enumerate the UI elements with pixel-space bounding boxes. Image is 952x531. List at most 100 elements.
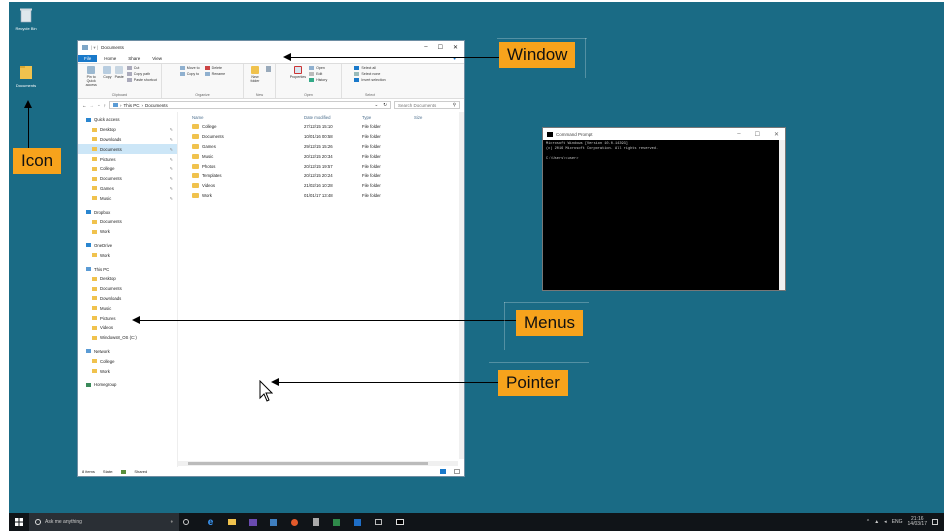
nav-item[interactable]: Music bbox=[78, 303, 177, 313]
close-icon[interactable]: ✕ bbox=[774, 131, 779, 138]
large-icons-view-icon[interactable] bbox=[454, 469, 460, 474]
taskbar-app[interactable] bbox=[288, 516, 301, 529]
history-button[interactable]: History bbox=[309, 78, 327, 82]
tab-file[interactable]: File bbox=[78, 55, 98, 62]
column-type[interactable]: Type bbox=[362, 115, 414, 120]
file-row[interactable]: Templates 20/12/15 20:24 File folder bbox=[178, 171, 464, 181]
invert-selection-button[interactable]: Invert selection bbox=[354, 78, 386, 82]
file-row[interactable]: Music 20/12/15 20:34 File folder bbox=[178, 151, 464, 161]
close-icon[interactable]: ✕ bbox=[453, 44, 458, 51]
file-row[interactable]: Documents 10/01/16 00:58 File folder bbox=[178, 132, 464, 142]
copy-path-button[interactable]: Copy path bbox=[126, 72, 157, 76]
new-item-icon[interactable] bbox=[266, 66, 271, 72]
taskbar-edge[interactable]: e bbox=[204, 516, 217, 529]
cmd-titlebar[interactable]: Command Prompt – ☐ ✕ bbox=[543, 128, 785, 140]
taskbar-app[interactable] bbox=[372, 516, 385, 529]
pin-icon[interactable]: ✎ bbox=[170, 147, 173, 152]
scroll-thumb[interactable] bbox=[188, 462, 428, 465]
nav-item[interactable]: This PC bbox=[78, 264, 177, 274]
nav-item[interactable]: Network bbox=[78, 347, 177, 357]
start-button[interactable] bbox=[9, 516, 29, 529]
nav-item[interactable]: Downloads ✎ bbox=[78, 135, 177, 145]
horizontal-scrollbar[interactable] bbox=[178, 461, 458, 466]
nav-item[interactable]: Windows8_OS (C:) bbox=[78, 333, 177, 343]
clock[interactable]: 21:16 14/03/17 bbox=[908, 517, 927, 527]
file-row[interactable]: Games 29/12/15 15:26 File folder bbox=[178, 142, 464, 152]
vertical-scrollbar[interactable] bbox=[459, 112, 464, 459]
nav-item[interactable]: Dropbox bbox=[78, 207, 177, 217]
taskbar-app[interactable] bbox=[246, 516, 259, 529]
forward-icon[interactable]: → bbox=[90, 103, 95, 108]
nav-item[interactable]: Music ✎ bbox=[78, 193, 177, 203]
details-view-icon[interactable] bbox=[440, 469, 446, 474]
nav-item[interactable]: Documents bbox=[78, 284, 177, 294]
file-row[interactable]: College 27/12/15 15:10 File folder bbox=[178, 122, 464, 132]
chevron-down-icon[interactable]: ⌄ bbox=[374, 102, 378, 108]
nav-item[interactable]: Pictures ✎ bbox=[78, 154, 177, 164]
file-row[interactable]: Photos 20/12/15 19:57 File folder bbox=[178, 161, 464, 171]
file-row[interactable]: Videos 21/02/16 10:28 File folder bbox=[178, 181, 464, 191]
cmd-console[interactable]: Microsoft Windows [Version 10.0.14393] (… bbox=[543, 140, 785, 164]
tab-share[interactable]: Share bbox=[123, 55, 145, 62]
back-icon[interactable]: ← bbox=[82, 103, 87, 108]
select-all-button[interactable]: Select all bbox=[354, 66, 385, 70]
up-icon[interactable]: ↑ bbox=[104, 103, 106, 108]
volume-icon[interactable]: ◂ bbox=[884, 519, 887, 525]
taskbar-app[interactable] bbox=[351, 516, 364, 529]
properties-button[interactable]: Properties bbox=[290, 66, 306, 93]
maximize-icon[interactable]: ☐ bbox=[438, 44, 443, 51]
nav-item[interactable]: Games ✎ bbox=[78, 184, 177, 194]
move-to-button[interactable]: Move to bbox=[179, 66, 200, 70]
microphone-icon[interactable]: ♦ bbox=[170, 519, 173, 525]
pin-icon[interactable]: ✎ bbox=[170, 176, 173, 181]
breadcrumb-this-pc[interactable]: This PC bbox=[124, 103, 140, 108]
quick-access-toolbar[interactable]: | ▾ | bbox=[91, 45, 98, 51]
paste-button[interactable]: Paste bbox=[115, 66, 124, 93]
tab-view[interactable]: View bbox=[147, 55, 167, 62]
rename-button[interactable]: Rename bbox=[204, 72, 225, 76]
input-language[interactable]: ENG bbox=[892, 519, 903, 525]
pin-icon[interactable]: ✎ bbox=[170, 196, 173, 201]
taskbar-explorer[interactable] bbox=[225, 516, 238, 529]
notifications-icon[interactable] bbox=[932, 519, 938, 525]
desktop-icon-recycle-bin[interactable]: Recycle Bin bbox=[9, 7, 43, 31]
nav-item[interactable]: Desktop bbox=[78, 274, 177, 284]
paste-shortcut-button[interactable]: Paste shortcut bbox=[126, 78, 157, 82]
recent-icon[interactable]: ⌄ bbox=[97, 102, 101, 108]
column-name[interactable]: Name bbox=[178, 115, 304, 120]
pin-button[interactable]: Pin to Quick access bbox=[82, 66, 100, 93]
file-row[interactable]: Work 01/01/17 13:48 File folder bbox=[178, 191, 464, 201]
nav-item[interactable]: Videos bbox=[78, 323, 177, 333]
nav-item[interactable]: Work bbox=[78, 366, 177, 376]
nav-item[interactable]: Documents bbox=[78, 217, 177, 227]
minimize-icon[interactable]: – bbox=[737, 131, 740, 138]
nav-item[interactable]: Homegroup bbox=[78, 380, 177, 390]
edit-button[interactable]: Edit bbox=[309, 72, 327, 76]
taskbar-app[interactable] bbox=[267, 516, 280, 529]
nav-item[interactable]: Work bbox=[78, 250, 177, 260]
pin-icon[interactable]: ✎ bbox=[170, 137, 173, 142]
cut-button[interactable]: Cut bbox=[126, 66, 157, 70]
copy-to-button[interactable]: Copy to bbox=[179, 72, 200, 76]
minimize-icon[interactable]: – bbox=[424, 44, 427, 51]
pin-icon[interactable]: ✎ bbox=[170, 186, 173, 191]
taskbar-app[interactable] bbox=[330, 516, 343, 529]
network-icon[interactable]: ▲ bbox=[874, 519, 879, 525]
pin-icon[interactable]: ✎ bbox=[170, 157, 173, 162]
nav-item[interactable]: Documents ✎ bbox=[78, 174, 177, 184]
cortana-search[interactable]: Ask me anything ♦ bbox=[29, 513, 179, 531]
refresh-icon[interactable]: ↻ bbox=[383, 102, 387, 108]
nav-item[interactable]: OneDrive bbox=[78, 241, 177, 251]
nav-item[interactable]: College bbox=[78, 356, 177, 366]
open-button[interactable]: Open bbox=[309, 66, 327, 70]
pin-icon[interactable]: ✎ bbox=[170, 127, 173, 132]
nav-item[interactable]: Documents ✎ bbox=[78, 144, 177, 155]
maximize-icon[interactable]: ☐ bbox=[755, 131, 760, 138]
nav-item[interactable]: Work bbox=[78, 227, 177, 237]
taskbar-calculator[interactable] bbox=[309, 516, 322, 529]
column-size[interactable]: Size bbox=[414, 115, 444, 120]
breadcrumb-documents[interactable]: Documents bbox=[145, 103, 168, 108]
copy-button[interactable]: Copy bbox=[103, 66, 112, 93]
nav-item[interactable]: Desktop ✎ bbox=[78, 125, 177, 135]
new-folder-button[interactable]: New folder bbox=[248, 66, 262, 93]
